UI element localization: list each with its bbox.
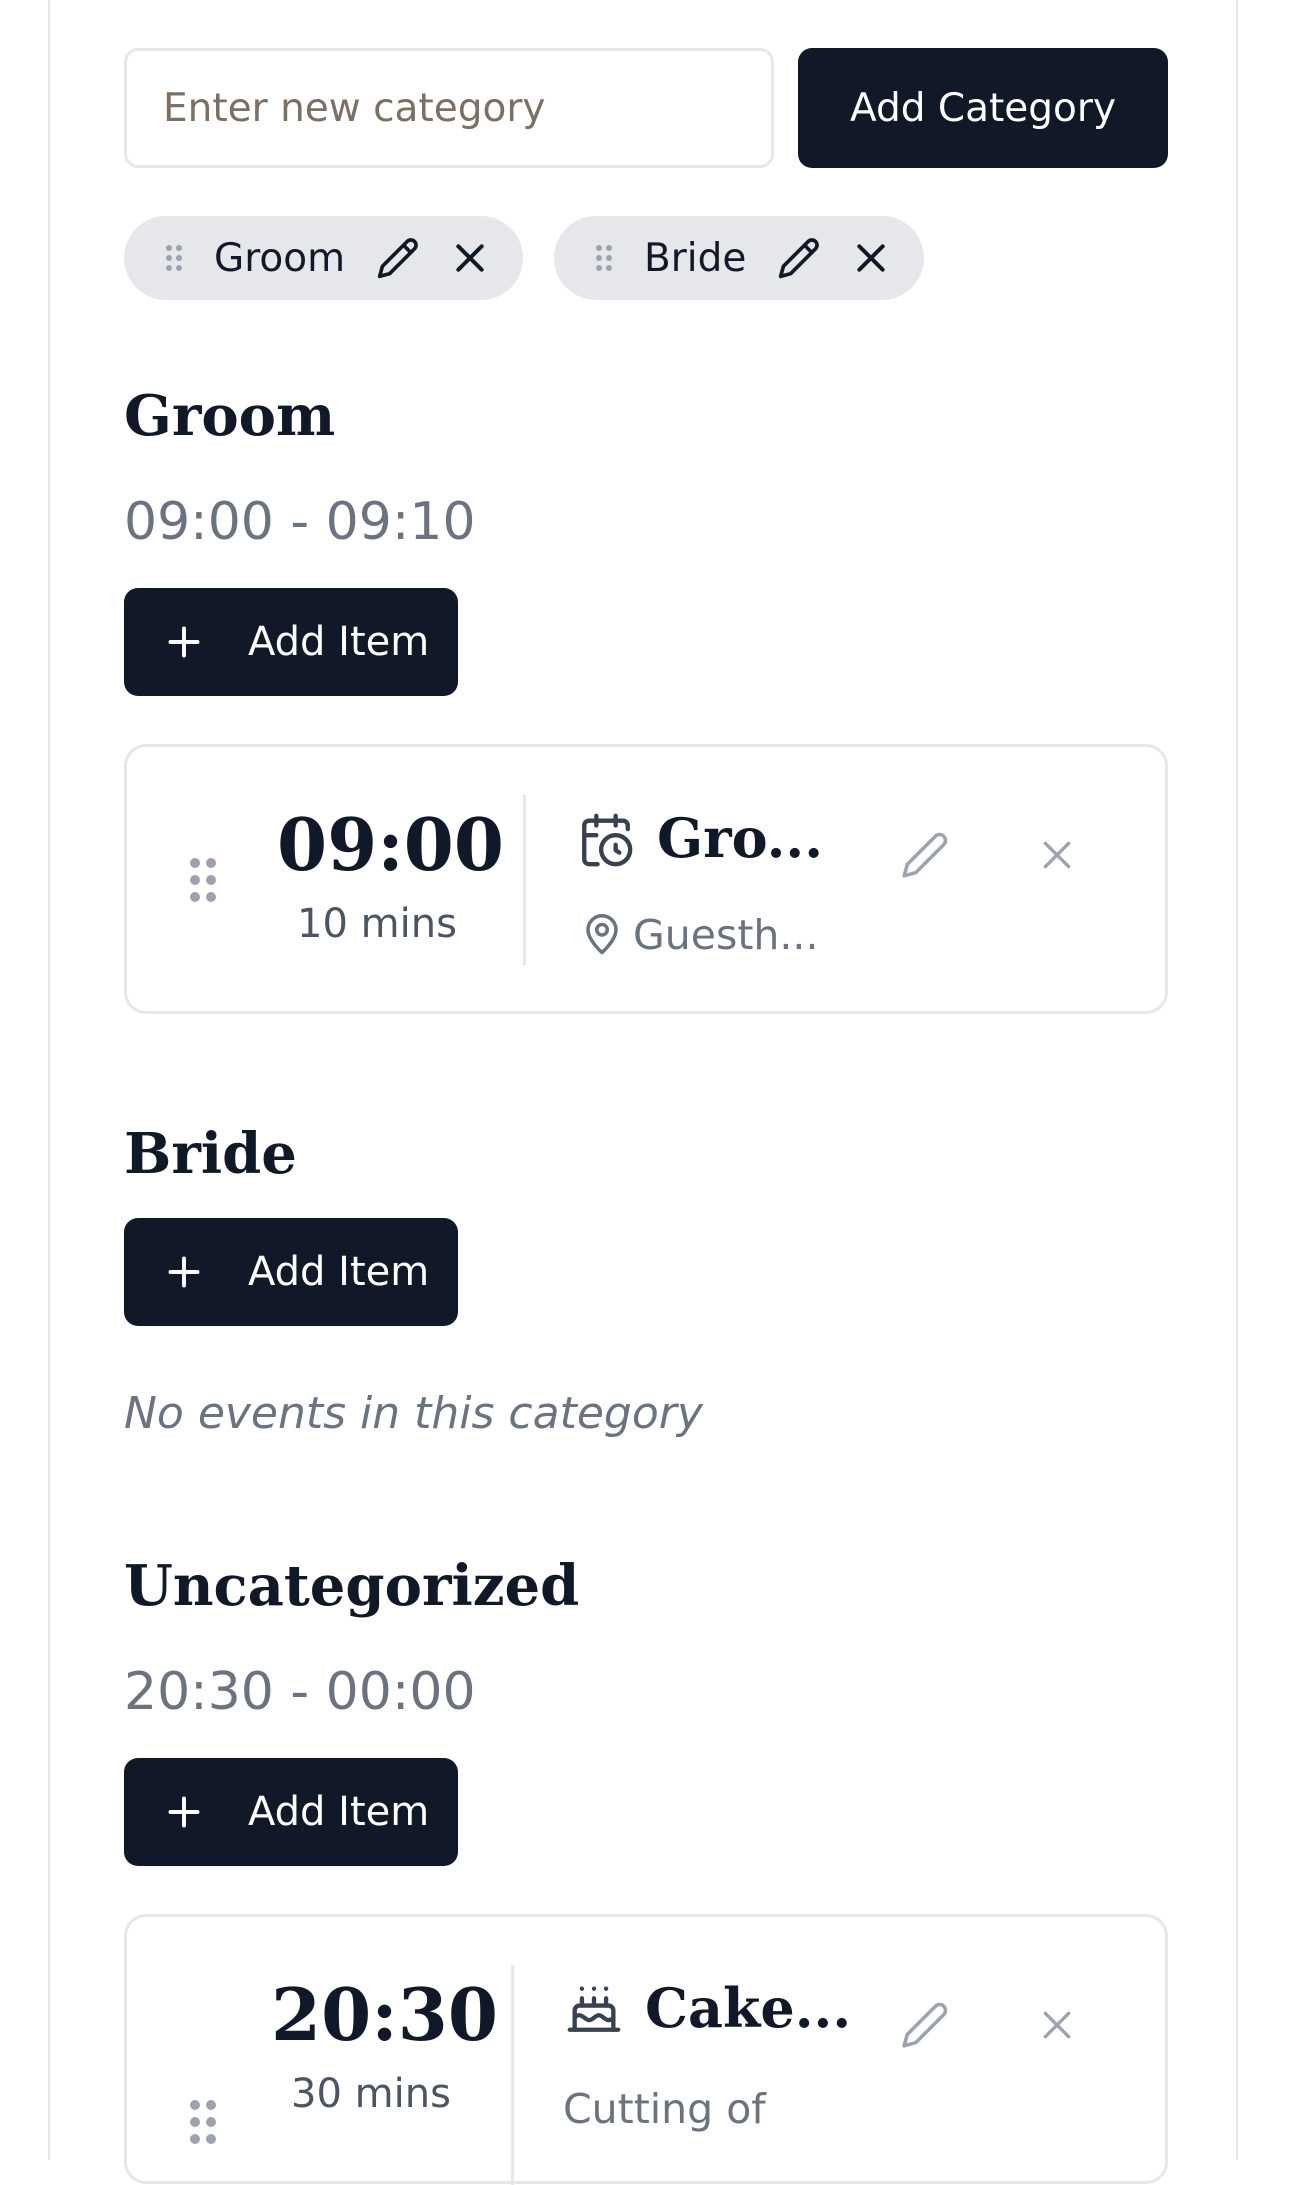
category-chip-groom[interactable]: Groom [124, 216, 524, 300]
category-chip-bride[interactable]: Bride [554, 216, 925, 300]
section-title-bride: Bride [124, 1121, 297, 1187]
drag-handle-icon[interactable] [164, 243, 184, 273]
plus-icon [168, 626, 200, 658]
section-title-uncategorized: Uncategorized [124, 1553, 580, 1619]
card-divider [511, 1965, 514, 2185]
chip-label: Groom [214, 235, 346, 281]
section-time-range: 20:30 - 00:00 [124, 1662, 476, 1722]
plus-icon [168, 1796, 200, 1828]
add-item-button[interactable]: Add Item [124, 1218, 458, 1326]
cake-icon [567, 1986, 621, 2032]
section-time-range: 09:00 - 09:10 [124, 492, 476, 552]
delete-close-icon[interactable] [1031, 1999, 1083, 2051]
map-pin-icon [586, 914, 618, 955]
section-title-groom: Groom [124, 383, 336, 449]
event-card: 09:00 10 mins Gro... Guesth... [124, 744, 1168, 1014]
add-item-button[interactable]: Add Item [124, 1758, 458, 1866]
event-duration: 10 mins [297, 901, 457, 947]
event-card: 20:30 30 mins Cake... Cutting of [124, 1914, 1168, 2185]
add-item-label: Add Item [248, 619, 430, 665]
card-divider [523, 795, 526, 965]
pencil-icon[interactable] [375, 235, 421, 281]
event-time: 20:30 [271, 1972, 498, 2057]
delete-close-icon[interactable] [1031, 829, 1083, 881]
chip-label: Bride [644, 235, 747, 281]
edit-pencil-icon[interactable] [899, 829, 951, 881]
close-icon[interactable] [848, 235, 894, 281]
new-category-input[interactable] [124, 48, 774, 168]
drag-handle-icon[interactable] [189, 857, 217, 903]
close-icon[interactable] [447, 235, 493, 281]
add-item-label: Add Item [248, 1789, 430, 1835]
event-location: Guesth... [633, 911, 819, 959]
edit-pencil-icon[interactable] [899, 1999, 951, 2051]
event-description: Cutting of [563, 2085, 766, 2133]
event-title: Gro... [657, 806, 824, 870]
event-time: 09:00 [277, 802, 504, 887]
add-item-button[interactable]: Add Item [124, 588, 458, 696]
drag-handle-icon[interactable] [594, 243, 614, 273]
plus-icon [168, 1256, 200, 1288]
add-category-button[interactable]: Add Category [798, 48, 1168, 168]
drag-handle-icon[interactable] [189, 2099, 217, 2145]
add-item-label: Add Item [248, 1249, 430, 1295]
event-title: Cake... [645, 1976, 852, 2040]
event-duration: 30 mins [291, 2071, 451, 2117]
calendar-clock-icon [582, 813, 633, 867]
empty-category-message: No events in this category [124, 1388, 703, 1439]
pencil-icon[interactable] [776, 235, 822, 281]
